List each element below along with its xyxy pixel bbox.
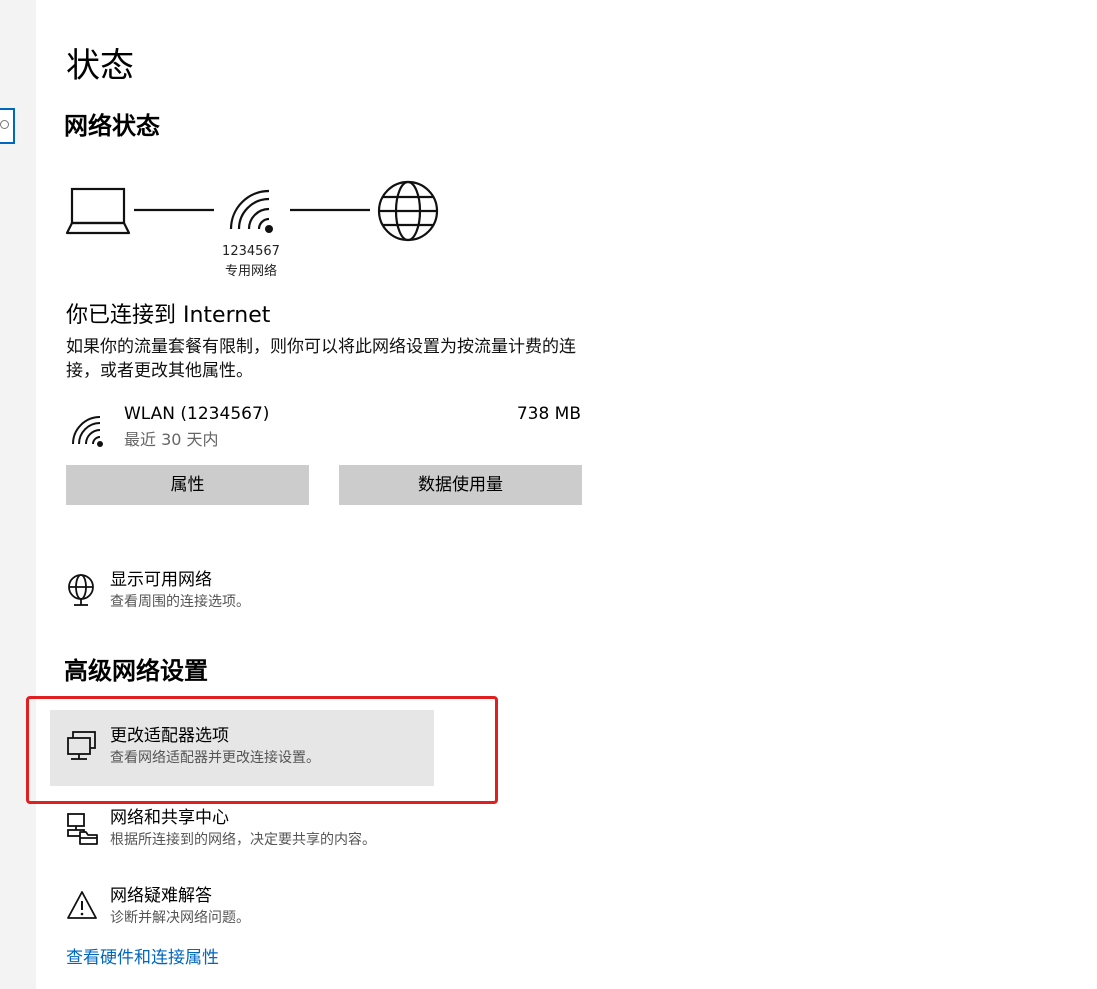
adapter-options-title: 更改适配器选项: [110, 726, 229, 746]
sharing-center-description: 根据所连接到的网络，决定要共享的内容。: [110, 832, 376, 848]
status-page: 状态 网络状态 1234567 专用网络 你已连接到 Internet 如果你的…: [26, 0, 1066, 989]
data-usage-button[interactable]: 数据使用量: [339, 465, 582, 505]
network-troubleshooter[interactable]: 网络疑难解答 诊断并解决网络问题。: [50, 870, 434, 946]
advanced-settings-heading: 高级网络设置: [64, 657, 208, 685]
wifi-icon: [229, 189, 273, 233]
network-diagram: 1234567 专用网络: [65, 175, 446, 285]
left-navigation-pane: [0, 0, 36, 989]
connection-status-description: 如果你的流量套餐有限制，则你可以将此网络设置为按流量计费的连接，或者更改其他属性…: [66, 337, 576, 381]
show-available-networks[interactable]: 显示可用网络 查看周围的连接选项。: [50, 554, 434, 630]
wlan-connection-row: WLAN (1234567) 最近 30 天内 738 MB: [66, 400, 581, 460]
troubleshooter-title: 网络疑难解答: [110, 886, 212, 906]
properties-button[interactable]: 属性: [66, 465, 309, 505]
change-adapter-options[interactable]: 更改适配器选项 查看网络适配器并更改连接设置。: [50, 710, 434, 786]
wlan-data-usage: 738 MB: [516, 404, 581, 424]
network-status-heading: 网络状态: [64, 112, 160, 140]
network-type: 专用网络: [224, 264, 277, 279]
wlan-name: WLAN (1234567): [124, 404, 270, 424]
adapter-icon: [67, 731, 96, 760]
warning-icon: [67, 891, 97, 919]
wifi-icon: [72, 416, 103, 447]
show-networks-title: 显示可用网络: [110, 570, 212, 590]
show-networks-description: 查看周围的连接选项。: [110, 594, 250, 610]
search-box[interactable]: [0, 108, 15, 144]
connection-line: [290, 208, 370, 212]
connection-status-title: 你已连接到 Internet: [66, 303, 271, 328]
adapter-options-description: 查看网络适配器并更改连接设置。: [110, 750, 320, 766]
network-sharing-center[interactable]: 网络和共享中心 根据所连接到的网络，决定要共享的内容。: [50, 792, 434, 868]
wlan-usage-period: 最近 30 天内: [124, 430, 219, 449]
page-title: 状态: [66, 46, 134, 86]
troubleshooter-description: 诊断并解决网络问题。: [110, 910, 250, 926]
network-name: 1234567: [222, 244, 280, 259]
connection-line: [134, 208, 214, 212]
network-caption: 1234567 专用网络: [216, 242, 286, 282]
search-icon: [0, 120, 9, 129]
sharing-center-icon: [67, 813, 98, 845]
view-hardware-properties-link[interactable]: 查看硬件和连接属性: [66, 946, 219, 970]
globe-monitor-icon: [68, 574, 94, 606]
laptop-icon: [65, 187, 131, 235]
globe-icon: [377, 180, 439, 242]
sharing-center-title: 网络和共享中心: [110, 808, 229, 828]
